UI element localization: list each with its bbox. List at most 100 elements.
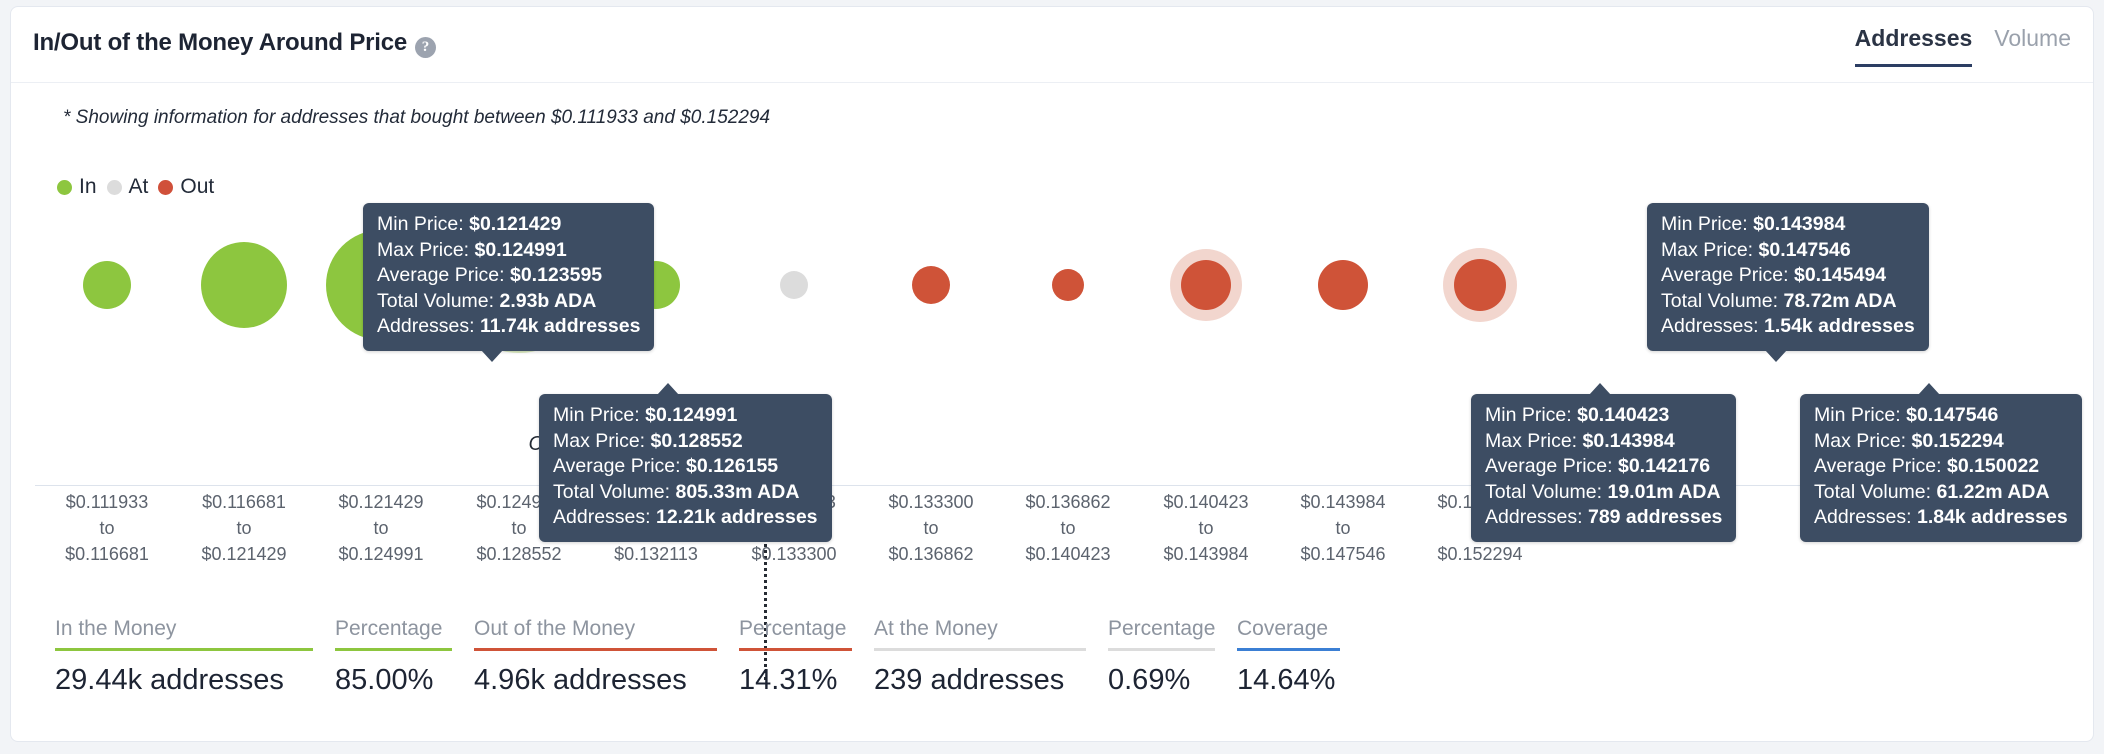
tooltip-row-min: Min Price: $0.121429 <box>377 212 640 238</box>
chart-legend: In At Out <box>57 175 214 199</box>
legend-dot-in-icon <box>57 179 72 195</box>
tooltip-row-addresses: Addresses: 11.74k addresses <box>377 314 640 340</box>
tooltip-label-volume: Total Volume: <box>1661 289 1784 312</box>
tooltip-bin-121429: Min Price: $0.121429 Max Price: $0.124991… <box>363 203 655 362</box>
bubble-at-5[interactable] <box>780 271 808 299</box>
bubble-in-0[interactable] <box>83 261 131 309</box>
x-axis-ticks: $0.111933 to $0.116681 $0.116681 to $0.121429… <box>11 489 2093 579</box>
tooltip-value-max: $0.152294 <box>1911 429 2004 452</box>
x-tick-to: to <box>236 518 252 539</box>
tooltip-row-max: Max Price: $0.152294 <box>1814 429 2068 455</box>
tooltip-arrow-icon <box>481 349 503 362</box>
legend-item-at[interactable]: At <box>106 175 149 199</box>
tooltip-label-avg: Average Price: <box>377 264 510 287</box>
tooltip-row-avg: Average Price: $0.150022 <box>1814 454 2068 480</box>
chart-note: * Showing information for addresses that… <box>63 107 771 128</box>
tooltip-label-addresses: Addresses: <box>1814 506 1917 529</box>
tooltip-value-min: $0.143984 <box>1753 213 1846 235</box>
tab-volume[interactable]: Volume <box>1994 25 2071 67</box>
x-tick-high: $0.140423 <box>1025 544 1111 565</box>
tooltip-row-addresses: Addresses: 1.84k addresses <box>1814 505 2068 531</box>
legend-item-out[interactable]: Out <box>158 175 214 199</box>
tooltip-label-addresses: Addresses: <box>1661 315 1764 338</box>
tooltip-label-min: Min Price: <box>1814 404 1907 426</box>
tooltip-label-min: Min Price: <box>553 404 646 426</box>
x-tick-high: $0.124991 <box>338 544 424 565</box>
tooltip-label-volume: Total Volume: <box>1814 480 1937 503</box>
x-tick-to: to <box>99 518 115 539</box>
tooltip-arrow-icon <box>1765 349 1787 362</box>
tooltip-value-max: $0.147546 <box>1758 238 1851 261</box>
stat-value-0: 29.44k addresses <box>55 664 284 696</box>
x-tick-low: $0.143984 <box>1300 492 1386 512</box>
bubble-in-1[interactable] <box>201 242 287 328</box>
tooltip-row-addresses: Addresses: 1.54k addresses <box>1661 314 1915 340</box>
help-circle-icon[interactable]: ? <box>415 37 436 58</box>
tooltip-label-avg: Average Price: <box>1661 264 1794 287</box>
tooltip-label-max: Max Price: <box>1661 238 1759 261</box>
x-tick-7: $0.136862 to $0.140423 <box>1025 489 1110 567</box>
tooltip-bin-147546: Min Price: $0.147546 Max Price: $0.152294… <box>1800 383 2082 542</box>
x-tick-to: to <box>373 518 389 539</box>
bubble-out-7[interactable] <box>1052 269 1084 301</box>
x-tick-high: $0.133300 <box>751 544 837 565</box>
stat-6: Coverage 14.64% <box>1237 617 1340 697</box>
x-tick-8: $0.140423 to $0.143984 <box>1163 489 1248 567</box>
tooltip-value-min: $0.124991 <box>645 404 738 426</box>
x-tick-to: to <box>1060 518 1076 539</box>
x-tick-2: $0.121429 to $0.124991 <box>338 489 423 567</box>
tooltip-label-addresses: Addresses: <box>553 506 656 529</box>
tooltip-value-min: $0.140423 <box>1577 404 1670 426</box>
stat-value-2: 4.96k addresses <box>474 664 687 696</box>
tooltip-value-max: $0.143984 <box>1582 429 1675 452</box>
stat-label-0: In the Money <box>55 617 177 640</box>
tooltip-value-min: $0.147546 <box>1906 404 1999 426</box>
tooltip-value-addresses: 1.84k addresses <box>1916 506 2068 529</box>
bubble-out-6[interactable] <box>912 266 950 304</box>
stat-2: Out of the Money 4.96k addresses <box>474 617 717 697</box>
bubble-out-9[interactable] <box>1318 260 1368 310</box>
legend-item-in[interactable]: In <box>57 175 97 199</box>
tooltip-label-addresses: Addresses: <box>377 315 480 338</box>
page-title: In/Out of the Money Around Price <box>33 29 408 56</box>
bubble-out-10[interactable] <box>1454 259 1506 311</box>
stat-value-5: 0.69% <box>1108 664 1191 696</box>
tooltip-arrow-icon <box>1918 383 1940 395</box>
in-out-money-card: In/Out of the Money Around Price ? Addre… <box>10 6 2094 742</box>
summary-stats: In the Money 29.44k addresses Percentage 85… <box>55 617 1362 697</box>
bubble-out-8[interactable] <box>1181 260 1231 310</box>
tooltip-row-avg: Average Price: $0.142176 <box>1485 454 1722 480</box>
legend-label-at: At <box>128 175 149 198</box>
tooltip-value-avg: $0.145494 <box>1793 264 1887 287</box>
tooltip-label-max: Max Price: <box>1485 429 1583 452</box>
tooltip-value-avg: $0.150022 <box>1946 455 2040 478</box>
stat-value-3: 14.31% <box>739 664 838 696</box>
tooltip-row-avg: Average Price: $0.126155 <box>553 454 818 480</box>
card-header: In/Out of the Money Around Price ? Addre… <box>11 7 2093 83</box>
x-tick-low: $0.121429 <box>338 492 424 512</box>
x-tick-0: $0.111933 to $0.116681 <box>65 489 149 567</box>
stat-value-6: 14.64% <box>1237 664 1336 696</box>
tooltip-bin-140423: Min Price: $0.140423 Max Price: $0.143984… <box>1471 383 1737 542</box>
tooltip-row-min: Min Price: $0.140423 <box>1485 403 1722 429</box>
x-tick-high: $0.121429 <box>201 544 287 565</box>
x-tick-low: $0.140423 <box>1163 492 1249 512</box>
tooltip-value-volume: 19.01m ADA <box>1607 480 1721 503</box>
tooltip-arrow-icon <box>657 383 679 395</box>
tooltip-bin-124991: Min Price: $0.124991 Max Price: $0.128552… <box>539 383 832 542</box>
tooltip-row-addresses: Addresses: 789 addresses <box>1485 505 1722 531</box>
stat-label-4: At the Money <box>874 617 998 640</box>
legend-label-in: In <box>79 175 97 198</box>
stat-label-1: Percentage <box>335 617 443 640</box>
tooltip-row-min: Min Price: $0.147546 <box>1814 403 2068 429</box>
view-tabs: Addresses Volume <box>1854 25 2071 67</box>
tooltip-label-max: Max Price: <box>553 429 651 452</box>
tab-addresses[interactable]: Addresses <box>1854 25 1973 67</box>
tooltip-value-max: $0.128552 <box>650 429 743 452</box>
x-tick-9: $0.143984 to $0.147546 <box>1300 489 1385 567</box>
tooltip-value-addresses: 789 addresses <box>1587 506 1723 529</box>
x-tick-high: $0.132113 <box>614 544 698 565</box>
tooltip-value-volume: 61.22m ADA <box>1936 480 2050 503</box>
tooltip-row-max: Max Price: $0.124991 <box>377 238 640 264</box>
stat-value-1: 85.00% <box>335 664 434 696</box>
